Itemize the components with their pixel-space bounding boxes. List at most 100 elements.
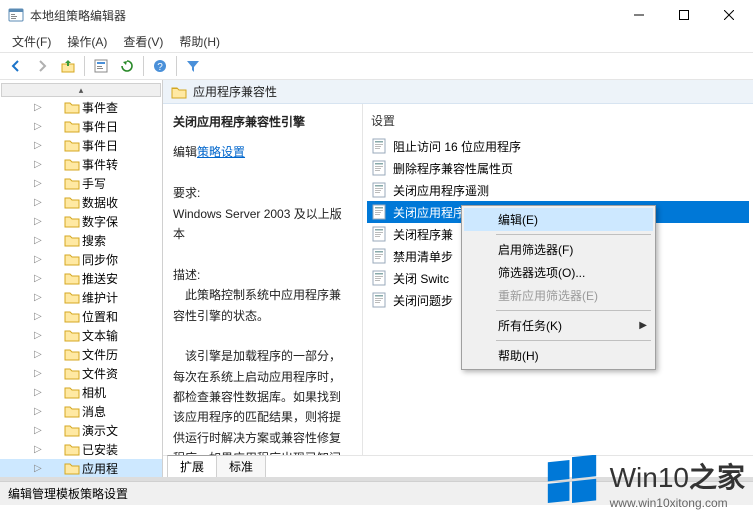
policy-icon (371, 226, 387, 242)
tree-item[interactable]: ▷事件转 (0, 155, 162, 174)
expand-icon[interactable]: ▷ (34, 178, 42, 189)
back-button[interactable] (4, 54, 28, 78)
expand-icon[interactable]: ▷ (34, 368, 42, 379)
toolbar-sep (176, 56, 177, 76)
tree-item-label: 应用程 (82, 460, 118, 477)
tree-item[interactable]: ▷ 数字保 (0, 212, 162, 231)
tree-item-label: 同步你 (82, 251, 118, 268)
folder-icon (64, 348, 80, 361)
up-button[interactable] (56, 54, 80, 78)
tab-extended[interactable]: 扩展 (167, 455, 217, 477)
ctx-all-tasks[interactable]: 所有任务(K)▶ (464, 314, 653, 337)
properties-button[interactable] (89, 54, 113, 78)
settings-header: 设置 (367, 110, 749, 135)
expand-icon[interactable]: ▷ (34, 197, 42, 208)
setting-item[interactable]: 关闭应用程序遥测 (367, 179, 749, 201)
tree-item[interactable]: ▷ 演示文 (0, 421, 162, 440)
folder-icon (64, 158, 80, 171)
folder-icon (64, 367, 80, 380)
tree-item[interactable]: ▷维护计 (0, 288, 162, 307)
tree-item[interactable]: ▷事件日 (0, 117, 162, 136)
menu-action[interactable]: 操作(A) (59, 31, 115, 52)
minimize-button[interactable] (616, 0, 661, 30)
expand-icon[interactable]: ▷ (34, 387, 42, 398)
tree-item[interactable]: ▷ 应用程 (0, 459, 162, 477)
ctx-help[interactable]: 帮助(H) (464, 344, 653, 367)
expand-icon[interactable]: ▷ (34, 235, 42, 246)
tree-item[interactable]: ▷ 手写 (0, 174, 162, 193)
setting-label: 禁用清单步 (393, 248, 453, 265)
tree-item[interactable]: ▷ 位置和 (0, 307, 162, 326)
ctx-filter-options[interactable]: 筛选器选项(O)... (464, 261, 653, 284)
tab-standard[interactable]: 标准 (216, 455, 266, 477)
app-icon (8, 7, 24, 23)
setting-item[interactable]: 阻止访问 16 位应用程序 (367, 135, 749, 157)
refresh-button[interactable] (115, 54, 139, 78)
tree-item[interactable]: ▷ 同步你 (0, 250, 162, 269)
expand-icon[interactable]: ▷ (34, 102, 42, 113)
expand-icon[interactable]: ▷ (34, 140, 42, 151)
windows-logo-icon (544, 455, 600, 511)
tree-item[interactable]: ▷ 已安装 (0, 440, 162, 459)
tree-item[interactable]: ▷消息 (0, 402, 162, 421)
titlebar: 本地组策略编辑器 (0, 0, 753, 30)
tree-item[interactable]: ▷文件历 (0, 345, 162, 364)
tree-item[interactable]: ▷事件查 (0, 98, 162, 117)
setting-label: 关闭问题步 (393, 292, 453, 309)
expand-icon[interactable]: ▷ (34, 444, 42, 455)
tree-item[interactable]: ▷数据收 (0, 193, 162, 212)
details-pane: 应用程序兼容性 关闭应用程序兼容性引擎 编辑策略设置 要求: Windows S… (163, 80, 753, 477)
edit-policy-link[interactable]: 策略设置 (197, 145, 245, 159)
menu-view[interactable]: 查看(V) (115, 31, 171, 52)
filter-button[interactable] (181, 54, 205, 78)
tree-item-label: 演示文 (82, 422, 118, 439)
ctx-filter-reapply: 重新应用筛选器(E) (464, 284, 653, 307)
help-button[interactable]: ? (148, 54, 172, 78)
expand-icon[interactable]: ▷ (34, 349, 42, 360)
toolbar-sep (143, 56, 144, 76)
tree-item[interactable]: ▷相机 (0, 383, 162, 402)
submenu-arrow-icon: ▶ (639, 320, 647, 331)
ctx-filter-enable[interactable]: 启用筛选器(F) (464, 238, 653, 261)
expand-icon[interactable]: ▷ (34, 406, 42, 417)
details-header: 应用程序兼容性 (163, 80, 753, 104)
tree-item-label: 数字保 (82, 213, 118, 230)
folder-icon (64, 177, 80, 190)
tree-item[interactable]: ▷推送安 (0, 269, 162, 288)
close-button[interactable] (706, 0, 751, 30)
expand-icon[interactable]: ▷ (34, 425, 42, 436)
tree-scroll-up[interactable]: ▴ (1, 83, 161, 97)
toolbar: ? (0, 52, 753, 80)
tree-item[interactable]: ▷事件日 (0, 136, 162, 155)
forward-button[interactable] (30, 54, 54, 78)
context-menu: 编辑(E) 启用筛选器(F) 筛选器选项(O)... 重新应用筛选器(E) 所有… (461, 205, 656, 370)
expand-icon[interactable]: ▷ (34, 273, 42, 284)
expand-icon[interactable]: ▷ (34, 254, 42, 265)
expand-icon[interactable]: ▷ (34, 330, 42, 341)
expand-icon[interactable]: ▷ (34, 216, 42, 227)
tree-item[interactable]: ▷文本输 (0, 326, 162, 345)
menu-help[interactable]: 帮助(H) (171, 31, 228, 52)
folder-icon (64, 120, 80, 133)
expand-icon[interactable]: ▷ (34, 311, 42, 322)
tree-item-label: 位置和 (82, 308, 118, 325)
tree-item-label: 已安装 (82, 441, 118, 458)
expand-icon[interactable]: ▷ (34, 159, 42, 170)
folder-icon (171, 85, 187, 99)
policy-icon (371, 160, 387, 176)
toolbar-sep (84, 56, 85, 76)
ctx-edit[interactable]: 编辑(E) (464, 208, 653, 231)
maximize-button[interactable] (661, 0, 706, 30)
folder-icon (64, 215, 80, 228)
tree-item[interactable]: ▷搜索 (0, 231, 162, 250)
expand-icon[interactable]: ▷ (34, 292, 42, 303)
req-label: 要求: (173, 183, 352, 203)
tree-item[interactable]: ▷文件资 (0, 364, 162, 383)
policy-icon (371, 138, 387, 154)
folder-icon (64, 386, 80, 399)
expand-icon[interactable]: ▷ (34, 463, 42, 474)
setting-item[interactable]: 删除程序兼容性属性页 (367, 157, 749, 179)
tree-item-label: 手写 (82, 175, 106, 192)
expand-icon[interactable]: ▷ (34, 121, 42, 132)
menu-file[interactable]: 文件(F) (4, 31, 59, 52)
